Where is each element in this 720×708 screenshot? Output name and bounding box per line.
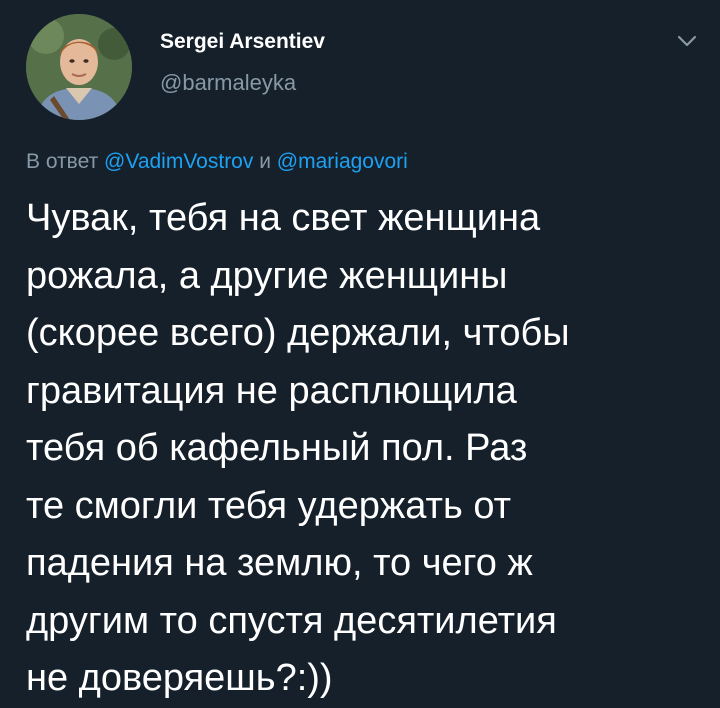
tweet-text-line: те смогли тебя удержать от [26, 484, 512, 527]
tweet-text: Чувак, тебя на свет женщина рожала, а др… [26, 190, 706, 708]
user-handle[interactable]: @barmaleyka [160, 69, 325, 97]
reply-conjunction: и [259, 150, 271, 173]
tweet-text-line: (скорее всего) держали, чтобы [26, 312, 570, 354]
tweet-text-line: рожала, а другие женщины [26, 254, 508, 297]
tweet-text-line: другим то спустя десятилетия [26, 599, 557, 642]
avatar[interactable] [26, 14, 132, 120]
reply-context: В ответ @VadimVostrov и @mariagovori [26, 148, 408, 176]
tweet-card: Sergei Arsentiev @barmaleyka В ответ @Va… [0, 0, 720, 699]
author-info[interactable]: Sergei Arsentiev @barmaleyka [160, 29, 325, 97]
tweet-text-line: гравитация не расплющила [26, 369, 517, 412]
tweet-text-line: падения на землю, то чего ж [26, 542, 533, 584]
avatar-photo [26, 14, 132, 120]
mention-link-vadimvostrov[interactable]: @VadimVostrov [104, 150, 253, 173]
tweet-text-line: не доверяешь?:)) [26, 657, 333, 699]
tweet-text-line: тебя об кафельный пол. Раз [26, 427, 528, 469]
reply-prefix: В ответ [26, 150, 99, 173]
mention-link-mariagovori[interactable]: @mariagovori [277, 150, 408, 173]
display-name[interactable]: Sergei Arsentiev [160, 29, 325, 55]
chevron-down-icon[interactable] [674, 30, 700, 52]
tweet-text-line: Чувак, тебя на свет женщина [26, 197, 541, 239]
